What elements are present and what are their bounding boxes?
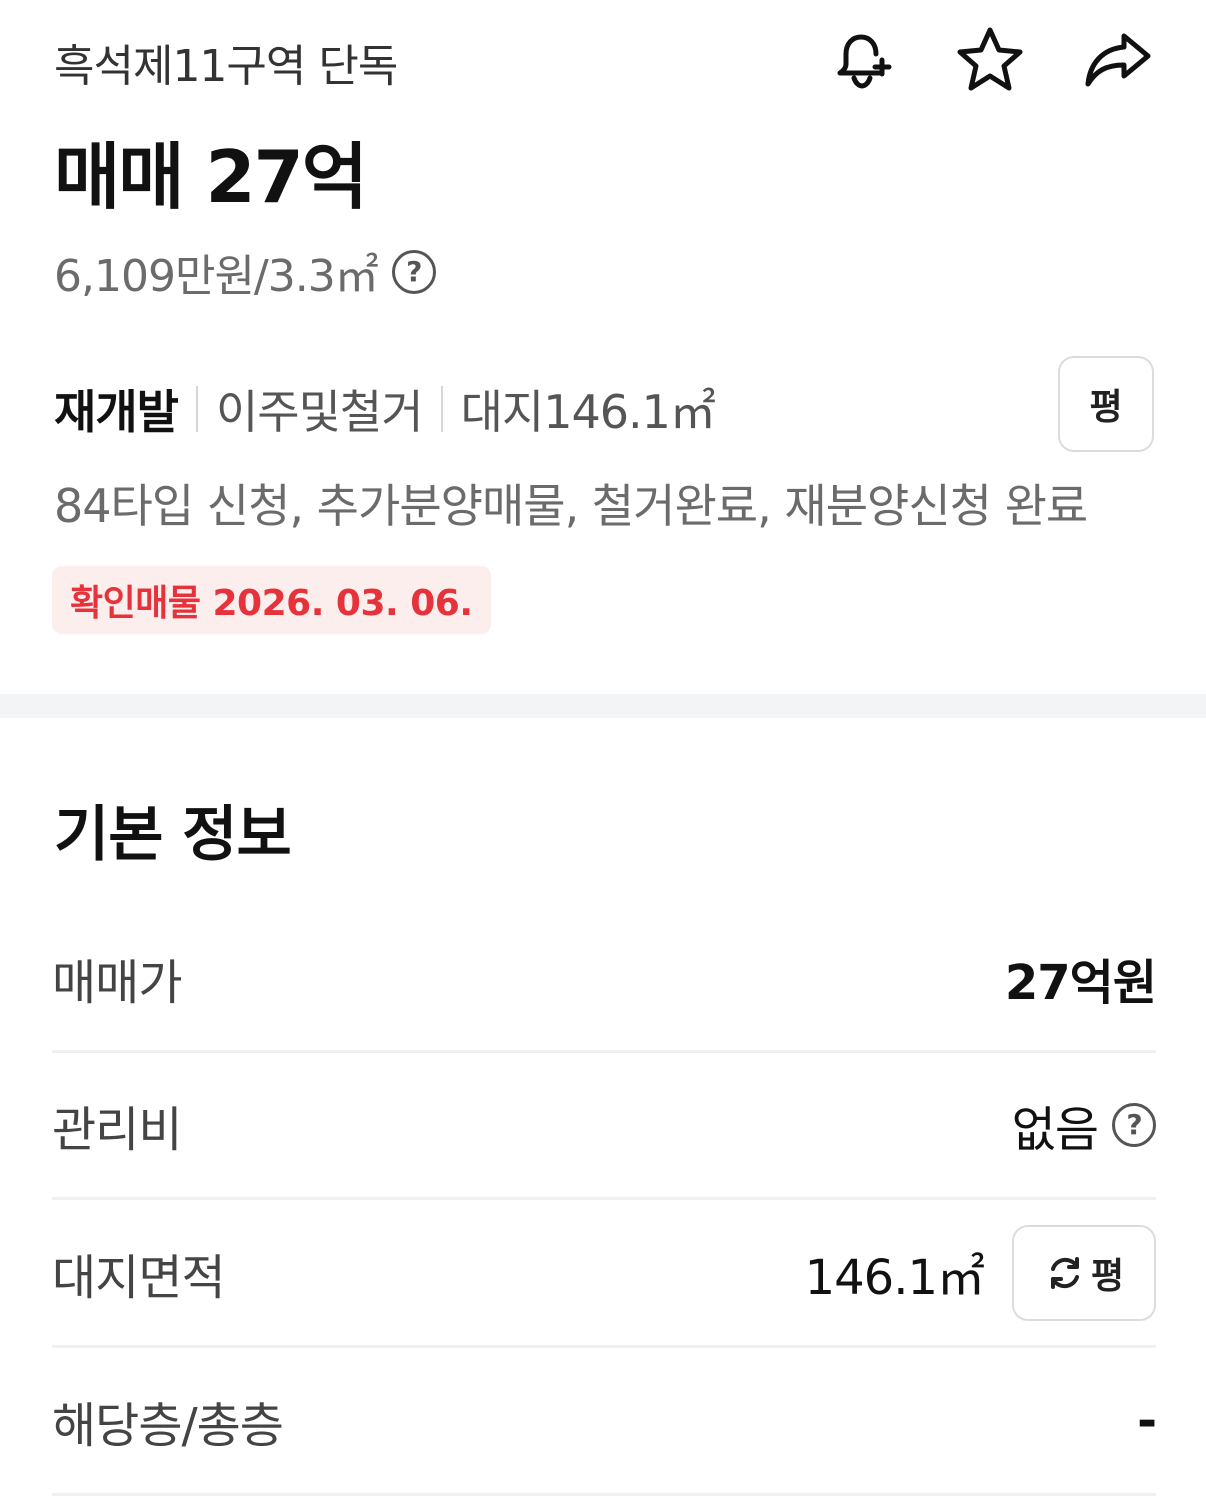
info-value: 27억원 [1004,954,1157,1011]
verified-badge: 확인매물 2026. 03. 06. [52,566,491,634]
info-row-floor: 해당층/총층 - [52,1348,1157,1496]
info-label: 해당층/총층 [52,1397,284,1454]
info-value: 없음 [1011,1102,1099,1158]
info-label: 매매가 [52,954,182,1011]
help-icon[interactable]: ? [1112,1103,1156,1147]
tag-stage: 이주및철거 [215,385,424,439]
info-label: 관리비 [52,1102,182,1158]
area-unit-toggle-button[interactable]: 평 [1012,1224,1156,1321]
price-per-area: 6,109만원/3.3㎡ ? [54,240,436,304]
info-value-wrap: 없음 ? [1012,1090,1156,1160]
info-value: - [1137,1392,1157,1449]
listing-tags: 재개발 이주및철거 대지146.1㎡ [54,376,716,442]
listing-features: 84타입 신청, 추가분양매물, 철거완료, 재분양신청 완료 [54,479,1088,533]
info-value-wrap: 146.1㎡ 평 [804,1224,1156,1321]
listing-name: 흑석제11구역 단독 [54,41,398,92]
help-icon[interactable]: ? [391,250,436,294]
unit-toggle-button[interactable]: 평 [1058,356,1154,452]
info-row-land-area: 대지면적 146.1㎡ 평 [52,1200,1156,1348]
refresh-icon [1050,1256,1079,1289]
info-row-maintenance-fee: 관리비 없음 ? [52,1053,1156,1200]
header-actions [824,22,1156,98]
tag-type: 재개발 [54,385,179,439]
price-per-area-text: 6,109만원/3.3㎡ [54,251,379,302]
share-icon[interactable] [1080,22,1156,98]
info-label: 대지면적 [52,1249,226,1306]
tag-divider [195,386,198,432]
info-row-price: 매매가 27억원 [52,905,1157,1053]
tag-land-area: 대지146.1㎡ [460,385,716,439]
section-divider [0,694,1206,718]
info-value: 146.1㎡ [804,1249,985,1306]
listing-detail-page: 흑석제11구역 단독 매매 27억 6,109만원/3.3㎡ ? 재개발 이주및… [0,0,1206,1505]
price-title: 매매 27억 [54,135,368,219]
star-icon[interactable] [952,22,1028,98]
area-toggle-label: 평 [1090,1255,1124,1297]
tag-divider [440,386,443,432]
section-title: 기본 정보 [54,800,292,870]
bell-plus-icon[interactable] [824,22,900,98]
